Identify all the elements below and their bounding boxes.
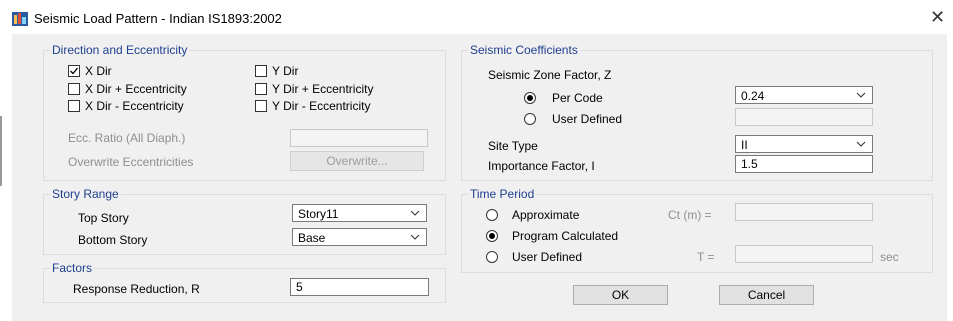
site-type-select[interactable]: II xyxy=(735,135,873,153)
group-legend: Factors xyxy=(52,261,93,275)
radio-dot xyxy=(489,233,495,239)
chevron-down-icon xyxy=(856,141,866,147)
response-reduction-label: Response Reduction, R xyxy=(73,282,200,296)
select-value: Story11 xyxy=(298,207,339,221)
response-reduction-input[interactable]: 5 xyxy=(290,278,429,296)
importance-factor-label: Importance Factor, I xyxy=(488,159,595,173)
importance-factor-input[interactable]: 1.5 xyxy=(735,155,873,173)
overwrite-button[interactable]: Overwrite... xyxy=(290,151,424,171)
user-defined-period-label: User Defined xyxy=(512,250,583,264)
checkbox-x-dir-minus-ecc[interactable] xyxy=(68,100,80,112)
ct-label: Ct (m) = xyxy=(668,208,712,222)
t-label: T = xyxy=(697,250,715,264)
radio-approximate[interactable] xyxy=(486,209,498,221)
ecc-ratio-input[interactable] xyxy=(290,129,428,147)
group-legend: Direction and Eccentricity xyxy=(52,43,188,57)
select-value: 0.24 xyxy=(741,89,765,103)
ct-input[interactable] xyxy=(735,203,873,221)
per-code-label: Per Code xyxy=(552,91,603,105)
checkbox-label: X Dir - Eccentricity xyxy=(85,99,184,113)
radio-per-code[interactable] xyxy=(524,92,536,104)
app-icon xyxy=(12,12,28,26)
t-input[interactable] xyxy=(735,245,873,263)
select-value: II xyxy=(741,138,748,152)
window-edge xyxy=(0,116,2,186)
checkbox-label: Y Dir + Eccentricity xyxy=(272,82,374,96)
checkbox-label: Y Dir - Eccentricity xyxy=(272,99,371,113)
group-legend: Story Range xyxy=(52,187,119,201)
ok-button[interactable]: OK xyxy=(573,285,668,305)
overwrite-eccentricities-label: Overwrite Eccentricities xyxy=(68,155,194,169)
chevron-down-icon xyxy=(410,234,420,240)
close-icon[interactable]: ✕ xyxy=(930,8,945,26)
sec-label: sec xyxy=(880,250,899,264)
top-story-label: Top Story xyxy=(78,211,129,225)
checkmark-icon xyxy=(70,67,79,75)
zone-factor-label: Seismic Zone Factor, Z xyxy=(488,68,612,82)
checkbox-y-dir-minus-ecc[interactable] xyxy=(255,100,267,112)
user-defined-zone-input[interactable] xyxy=(735,108,873,126)
chevron-down-icon xyxy=(856,92,866,98)
checkbox-x-dir-plus-ecc[interactable] xyxy=(68,83,80,95)
site-type-label: Site Type xyxy=(488,139,538,153)
radio-user-defined-zone[interactable] xyxy=(524,113,536,125)
radio-program-calculated[interactable] xyxy=(486,230,498,242)
program-calculated-label: Program Calculated xyxy=(512,229,619,243)
ecc-ratio-label: Ecc. Ratio (All Diaph.) xyxy=(68,131,186,145)
user-defined-label: User Defined xyxy=(552,112,623,126)
checkbox-x-dir[interactable] xyxy=(68,65,80,77)
checkbox-y-dir[interactable] xyxy=(255,65,267,77)
checkbox-y-dir-plus-ecc[interactable] xyxy=(255,83,267,95)
bottom-story-label: Bottom Story xyxy=(78,233,148,247)
top-story-select[interactable]: Story11 xyxy=(292,204,427,222)
select-value: Base xyxy=(298,231,326,245)
cancel-button[interactable]: Cancel xyxy=(719,285,814,305)
checkbox-label: X Dir + Eccentricity xyxy=(85,82,187,96)
checkbox-label: X Dir xyxy=(85,64,112,78)
radio-user-defined-period[interactable] xyxy=(486,251,498,263)
radio-dot xyxy=(527,95,533,101)
chevron-down-icon xyxy=(410,210,420,216)
group-legend: Seismic Coefficients xyxy=(470,43,578,57)
zone-factor-select[interactable]: 0.24 xyxy=(735,86,873,104)
window-title: Seismic Load Pattern - Indian IS1893:200… xyxy=(34,11,282,26)
group-legend: Time Period xyxy=(470,187,535,201)
bottom-story-select[interactable]: Base xyxy=(292,228,427,246)
checkbox-label: Y Dir xyxy=(272,64,299,78)
approximate-label: Approximate xyxy=(512,208,580,222)
